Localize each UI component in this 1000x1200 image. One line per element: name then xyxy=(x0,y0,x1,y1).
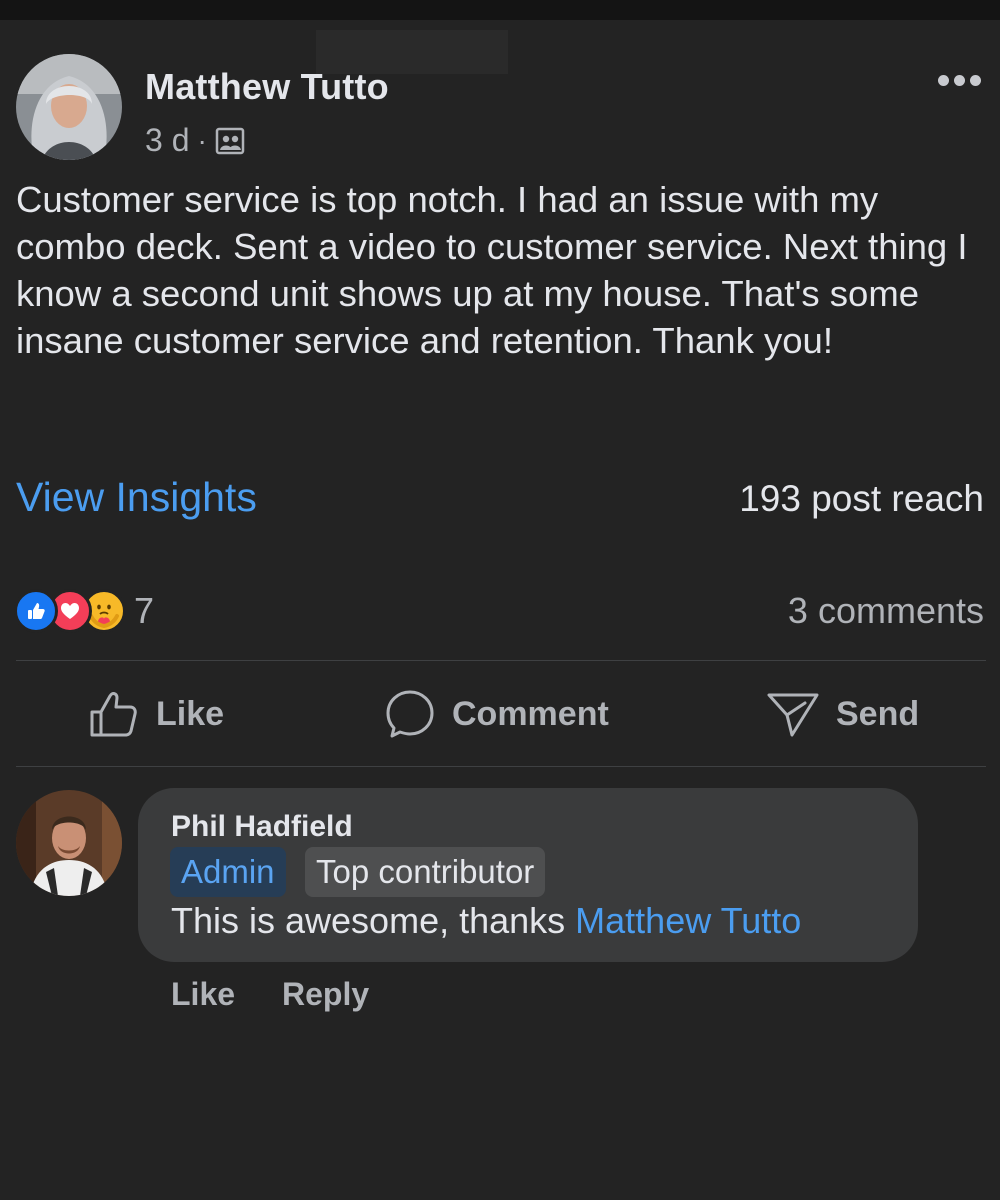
author-avatar[interactable] xyxy=(16,54,122,160)
send-icon xyxy=(766,689,820,739)
reaction-count: 7 xyxy=(134,590,155,631)
commenter-avatar[interactable] xyxy=(16,790,122,896)
more-options-icon[interactable] xyxy=(932,66,986,94)
comment-text: This is awesome, thanks Matthew Tutto xyxy=(171,900,801,942)
comment-bubble-icon xyxy=(384,688,436,740)
post-author-name[interactable]: Matthew Tutto xyxy=(145,66,389,108)
send-button[interactable]: Send xyxy=(766,686,919,742)
group-members-icon xyxy=(215,126,245,156)
comment-reply-button[interactable]: Reply xyxy=(282,976,369,1013)
post-meta: 3 d · xyxy=(145,122,245,159)
status-bar-edge xyxy=(0,0,1000,20)
comment-button-label: Comment xyxy=(452,694,609,733)
comment-like-button[interactable]: Like xyxy=(171,976,235,1013)
like-button-label: Like xyxy=(156,694,225,733)
send-button-label: Send xyxy=(836,694,920,733)
mention-link[interactable]: Matthew Tutto xyxy=(575,900,801,941)
comment-button[interactable]: Comment xyxy=(384,686,609,742)
post-time[interactable]: 3 d xyxy=(145,122,189,159)
comment-body: This is awesome, thanks xyxy=(171,900,576,941)
reactions-summary[interactable]: 7 xyxy=(14,588,154,634)
commenter-name[interactable]: Phil Hadfield xyxy=(171,810,353,844)
meta-separator: · xyxy=(197,124,207,156)
divider xyxy=(16,766,986,767)
admin-badge[interactable]: Admin xyxy=(170,847,286,897)
post-reach: 193 post reach xyxy=(739,478,984,519)
divider xyxy=(16,660,986,661)
like-reaction-icon xyxy=(14,589,58,633)
top-contributor-badge[interactable]: Top contributor xyxy=(305,847,546,897)
thumbs-up-icon xyxy=(88,688,140,740)
post-text: Customer service is top notch. I had an … xyxy=(16,179,968,361)
view-insights-link[interactable]: View Insights xyxy=(16,474,257,521)
like-button[interactable]: Like xyxy=(88,686,224,742)
comments-count[interactable]: 3 comments xyxy=(788,590,984,632)
